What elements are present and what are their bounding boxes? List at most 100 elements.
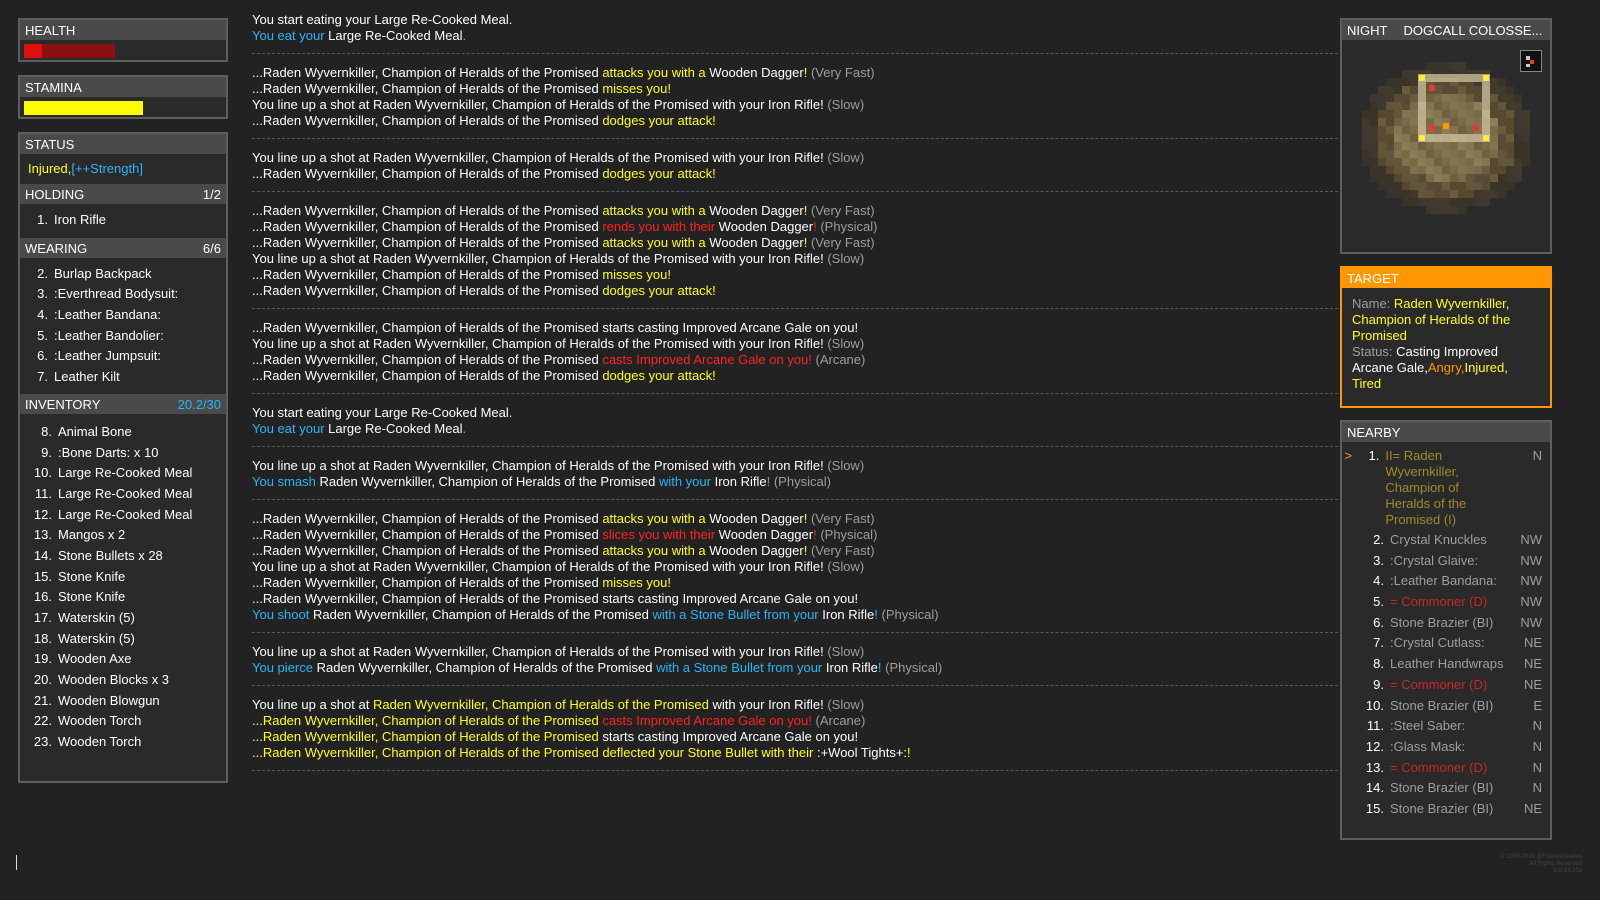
inventory-header[interactable]: INVENTORY 20.2/30 <box>20 393 226 414</box>
nearby-item[interactable]: 8. Leather Handwraps NE <box>1342 654 1550 675</box>
message-log[interactable]: You start eating your Large Re-Cooked Me… <box>252 10 1348 900</box>
map-tile <box>1362 158 1370 166</box>
map-tile <box>1386 78 1394 86</box>
map-tile <box>1522 134 1530 142</box>
inventory-item[interactable]: 12. Large Re-Cooked Meal <box>20 505 226 526</box>
wearing-header[interactable]: WEARING 6/6 <box>20 237 226 258</box>
nearby-name: :Crystal Cutlass: <box>1390 635 1485 651</box>
wearing-item[interactable]: 7. Leather Kilt <box>20 367 226 388</box>
item-name: Wooden Blocks x 3 <box>58 672 170 688</box>
nearby-number: 13. <box>1365 759 1384 775</box>
map-tile <box>1410 70 1418 78</box>
map-tile <box>1514 102 1522 110</box>
stamina-label: STAMINA <box>25 80 82 95</box>
wearing-item[interactable]: 6.:Leather Jumpsuit: <box>20 346 226 367</box>
time-of-day: NIGHT <box>1347 23 1388 38</box>
nearby-direction: NE <box>1523 800 1542 816</box>
inventory-item[interactable]: 20. Wooden Blocks x 3 <box>20 670 226 691</box>
inventory-item[interactable]: 17. Waterskin (5) <box>20 608 226 629</box>
map-tile <box>1402 174 1410 182</box>
log-line: You line up a shot at Raden Wyvernkiller… <box>252 697 1348 713</box>
inventory-item[interactable]: 22. Wooden Torch <box>20 711 226 732</box>
log-segment: ...Raden Wyvernkiller, Champion of Heral… <box>252 352 603 367</box>
nearby-item[interactable]: 4.:Leather Bandana: NW <box>1342 571 1550 592</box>
wearing-item[interactable]: 2. Burlap Backpack <box>20 264 226 285</box>
inventory-item[interactable]: 13. Mangos x 2 <box>20 525 226 546</box>
text-cursor[interactable] <box>16 855 17 870</box>
map-tile <box>1506 150 1514 158</box>
holding-item[interactable]: 1. Iron Rifle <box>20 210 226 231</box>
log-segment: You start eating your Large Re-Cooked Me… <box>252 405 513 420</box>
inventory-item[interactable]: 8. Animal Bone <box>20 422 226 443</box>
map-tile <box>1458 110 1466 118</box>
nearby-item[interactable]: 7.:Crystal Cutlass: NE <box>1342 633 1550 654</box>
log-segment: Wooden Dagger <box>709 203 804 218</box>
wearing-item[interactable]: 3.:Everthread Bodysuit: <box>20 284 226 305</box>
inventory-item[interactable]: 14. Stone Bullets x 28 <box>20 546 226 567</box>
nearby-item[interactable]: >1. II= Raden Wyvernkiller, Champion of H… <box>1342 448 1550 530</box>
nearby-number: 2. <box>1373 532 1384 547</box>
nearby-direction: E <box>1533 697 1542 713</box>
nearby-item[interactable]: 12.:Glass Mask: N <box>1342 737 1550 758</box>
nearby-direction: NW <box>1520 573 1542 589</box>
inventory-item[interactable]: 10. Large Re-Cooked Meal <box>20 463 226 484</box>
inventory-item[interactable]: 16. Stone Knife <box>20 587 226 608</box>
log-line: ...Raden Wyvernkiller, Champion of Heral… <box>252 283 1348 299</box>
nearby-number: 3. <box>1373 552 1384 568</box>
target-panel: TARGET Name: Raden Wyvernkiller, Champio… <box>1340 266 1552 408</box>
nearby-number: 15. <box>1365 800 1384 816</box>
inventory-item[interactable]: 11. Large Re-Cooked Meal <box>20 484 226 505</box>
stamina-bar-fill <box>24 101 143 115</box>
inventory-item[interactable]: 9.:Bone Darts: x 10 <box>20 443 226 464</box>
nearby-item[interactable]: 11.:Steel Saber: N <box>1342 716 1550 737</box>
log-segment: (Very Fast) <box>807 65 875 80</box>
wearing-item[interactable]: 4.:Leather Bandana: <box>20 305 226 326</box>
map-tile <box>1402 198 1410 206</box>
nearby-item[interactable]: 13. = Commoner (D) N <box>1342 758 1550 779</box>
map-tile <box>1386 126 1394 134</box>
nearby-number: 6. <box>1373 614 1384 630</box>
map-tile <box>1410 198 1418 206</box>
nearby-name: :Steel Saber: <box>1390 718 1466 734</box>
minimap[interactable] <box>1344 42 1548 248</box>
log-line: ...Raden Wyvernkiller, Champion of Heral… <box>252 368 1348 384</box>
inventory-item[interactable]: 19. Wooden Axe <box>20 649 226 670</box>
log-segment: with a Stone Bullet from your <box>656 660 826 675</box>
nearby-item[interactable]: 6. Stone Brazier (BI) NW <box>1342 613 1550 634</box>
map-tile <box>1426 118 1434 126</box>
map-toggle-button[interactable] <box>1520 50 1542 72</box>
inventory-item[interactable]: 15. Stone Knife <box>20 567 226 588</box>
nearby-item[interactable]: 9. = Commoner (D) NE <box>1342 675 1550 696</box>
nearby-name: Stone Brazier (BI) <box>1390 697 1494 713</box>
inventory-item[interactable]: 23. Wooden Torch <box>20 732 226 753</box>
nearby-item[interactable]: 10. Stone Brazier (BI) E <box>1342 696 1550 717</box>
nearby-item[interactable]: 5. = Commoner (D) NW <box>1342 592 1550 613</box>
item-name: Large Re-Cooked Meal <box>58 506 193 522</box>
map-tile <box>1474 166 1482 174</box>
log-segment: You pierce <box>252 660 317 675</box>
map-tile <box>1386 86 1394 94</box>
log-line: ...Raden Wyvernkiller, Champion of Heral… <box>252 713 1348 729</box>
inventory-item[interactable]: 21. Wooden Blowgun <box>20 691 226 712</box>
log-segment: Iron Rifle <box>822 607 875 622</box>
nearby-item[interactable]: 15. Stone Brazier (BI) NE <box>1342 799 1550 820</box>
nearby-item[interactable]: 3.:Crystal Glaive: NW <box>1342 551 1550 572</box>
inventory-item[interactable]: 18. Waterskin (5) <box>20 629 226 650</box>
map-tile <box>1402 134 1410 142</box>
wearing-item[interactable]: 5.:Leather Bandolier: <box>20 326 226 347</box>
map-tile <box>1498 78 1506 86</box>
nearby-item[interactable]: 2. Crystal Knuckles NW <box>1342 530 1550 551</box>
item-name: Large Re-Cooked Meal <box>58 465 193 481</box>
holding-header[interactable]: HOLDING 1/2 <box>20 184 226 204</box>
nearby-item[interactable]: 14. Stone Brazier (BI) N <box>1342 778 1550 799</box>
log-segment: (Slow) <box>823 644 865 659</box>
log-segment: slices you with their <box>602 527 719 542</box>
map-tile <box>1450 190 1458 198</box>
log-segment: ...Raden Wyvernkiller, Champion of Heral… <box>252 203 603 218</box>
target-details: Name: Raden Wyvernkiller, Champion of He… <box>1342 288 1550 392</box>
log-block: You start eating your Large Re-Cooked Me… <box>252 403 1348 447</box>
health-bar-fill <box>24 44 42 58</box>
map-tile <box>1466 86 1474 94</box>
map-tile <box>1402 190 1410 198</box>
